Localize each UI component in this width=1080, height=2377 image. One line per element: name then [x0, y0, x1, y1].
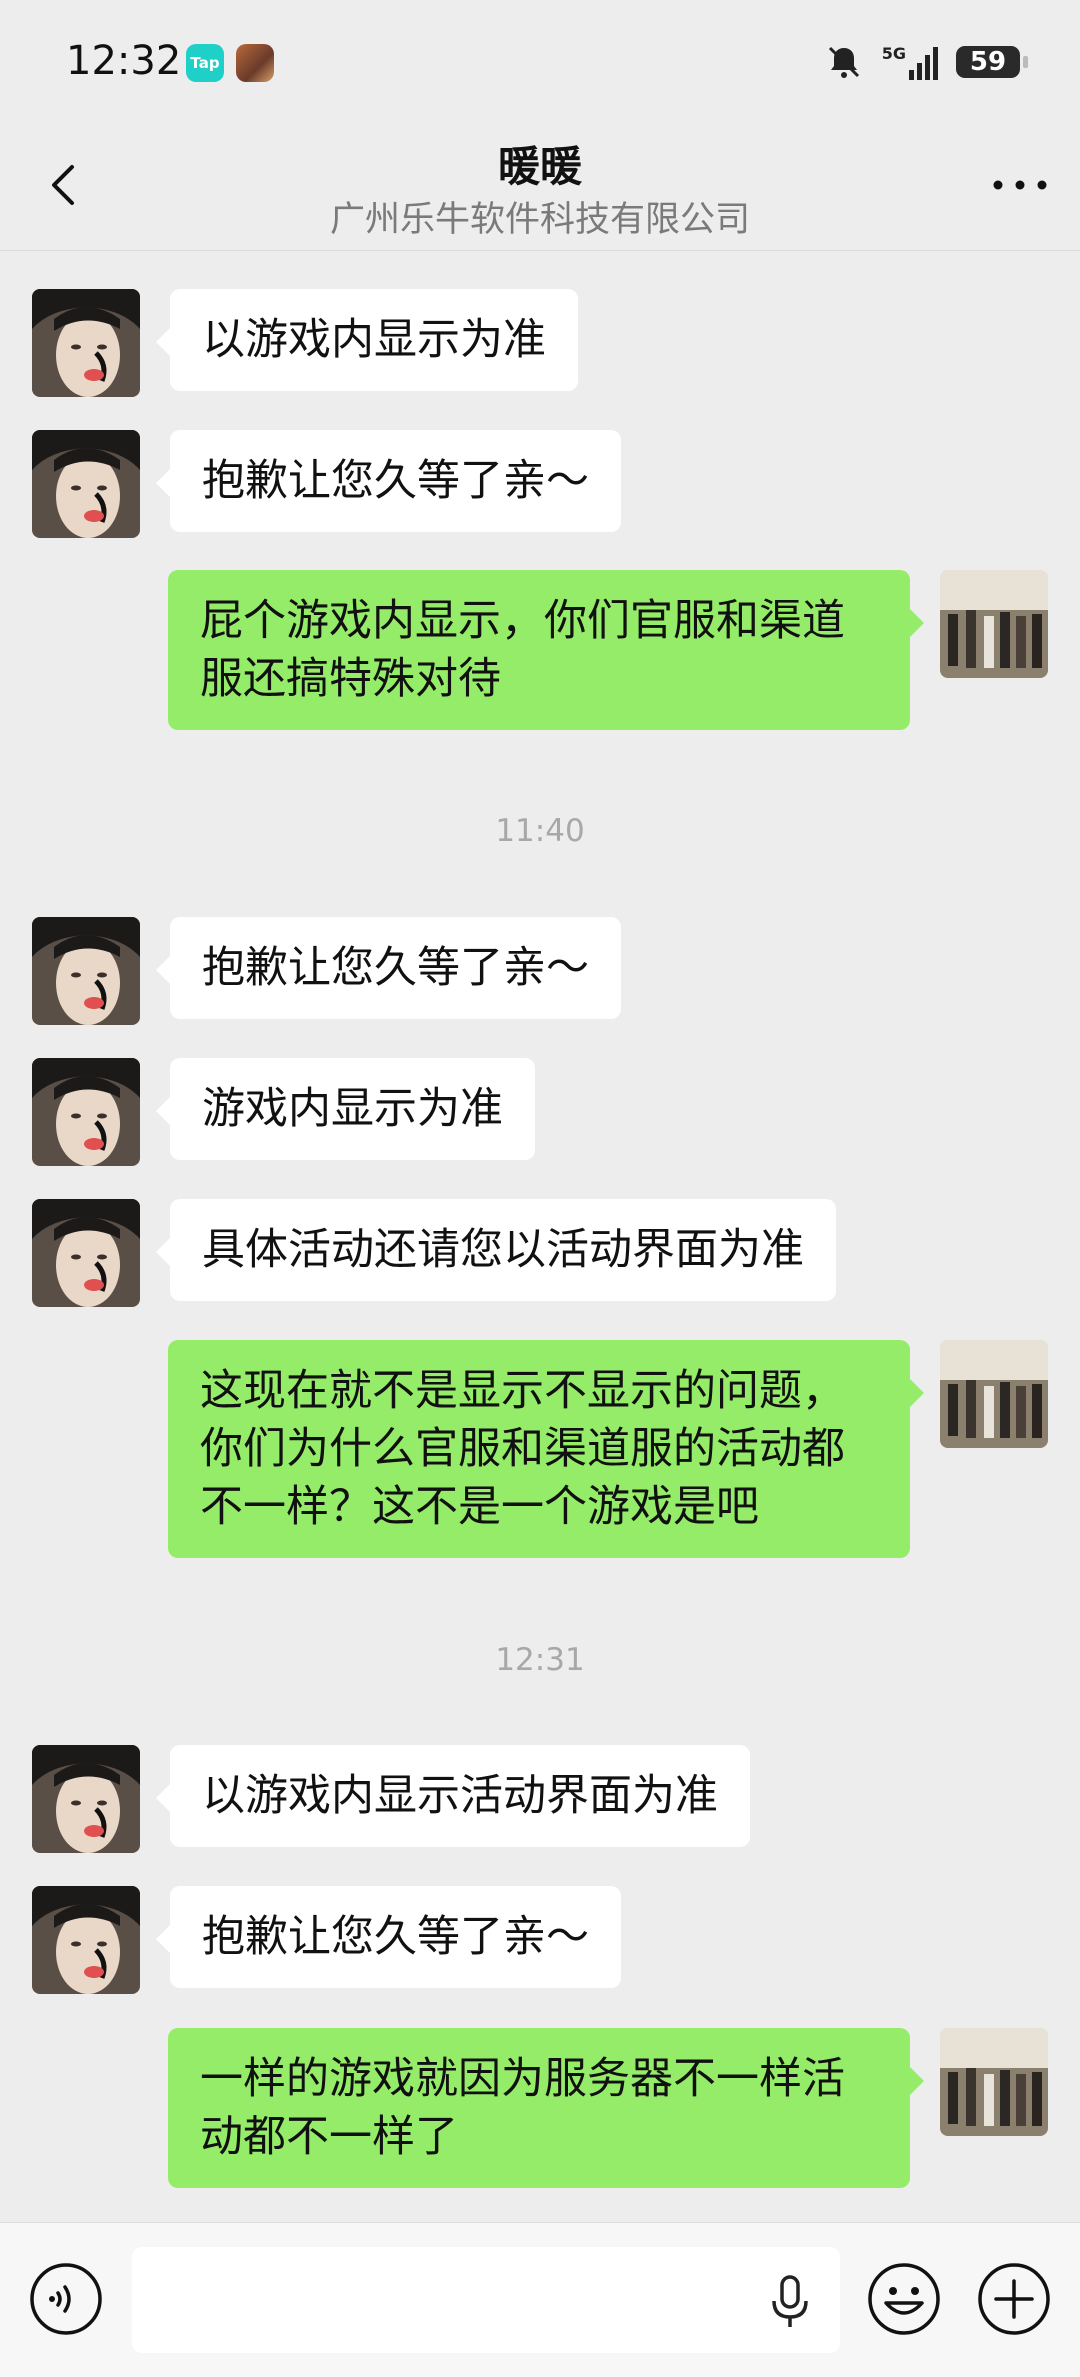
received-message[interactable]: 抱歉让您久等了亲～	[156, 917, 621, 1019]
status-bar: 12:32 Tap 5G 59	[0, 0, 1080, 125]
sent-message[interactable]: 屁个游戏内显示，你们官服和渠道服还搞特殊对待	[168, 570, 924, 730]
received-message[interactable]: 抱歉让您久等了亲～	[156, 430, 621, 532]
chat-header: 暖暖 广州乐牛软件科技有限公司	[0, 125, 1080, 251]
user-avatar[interactable]	[940, 570, 1048, 678]
agent-avatar[interactable]	[32, 289, 140, 397]
timestamp: 11:40	[495, 813, 585, 849]
agent-avatar[interactable]	[32, 1199, 140, 1307]
voice-icon[interactable]	[28, 2261, 104, 2337]
received-message[interactable]: 抱歉让您久等了亲～	[156, 1886, 621, 1988]
agent-avatar[interactable]	[32, 1745, 140, 1853]
chat-subtitle: 广州乐牛软件科技有限公司	[329, 200, 750, 240]
input-bar	[0, 2222, 1080, 2377]
game-app-icon	[236, 44, 274, 82]
agent-avatar[interactable]	[32, 917, 140, 1025]
agent-avatar[interactable]	[32, 1886, 140, 1994]
tap-app-icon: Tap	[186, 44, 224, 82]
timestamp: 12:31	[495, 1642, 585, 1678]
user-avatar[interactable]	[940, 1340, 1048, 1448]
bell-muted-icon	[828, 46, 859, 78]
status-indicators: 5G 59	[824, 40, 1028, 84]
received-message[interactable]: 以游戏内显示活动界面为准	[156, 1745, 750, 1847]
network-label: 5G	[881, 44, 906, 63]
battery-icon: 59	[956, 46, 1028, 78]
emoji-icon[interactable]	[866, 2261, 942, 2337]
message-input[interactable]	[132, 2247, 840, 2353]
plus-icon[interactable]	[976, 2261, 1052, 2337]
battery-level: 59	[969, 47, 1007, 77]
status-time: 12:32	[66, 38, 182, 84]
agent-avatar[interactable]	[32, 1058, 140, 1166]
sent-message[interactable]: 一样的游戏就因为服务器不一样活动都不一样了	[168, 2028, 924, 2188]
more-dots-icon[interactable]	[988, 155, 1052, 215]
network-icon: 5G	[882, 44, 938, 80]
chat-title: 暖暖	[497, 142, 582, 191]
received-message[interactable]: 具体活动还请您以活动界面为准	[156, 1199, 836, 1301]
sent-message[interactable]: 这现在就不是显示不显示的问题，你们为什么官服和渠道服的活动都不一样？这不是一个游…	[168, 1340, 924, 1558]
received-message[interactable]: 以游戏内显示为准	[156, 289, 578, 391]
user-avatar[interactable]	[940, 2028, 1048, 2136]
received-message[interactable]: 游戏内显示为准	[156, 1058, 535, 1160]
microphone-icon[interactable]	[768, 2275, 812, 2329]
agent-avatar[interactable]	[32, 430, 140, 538]
